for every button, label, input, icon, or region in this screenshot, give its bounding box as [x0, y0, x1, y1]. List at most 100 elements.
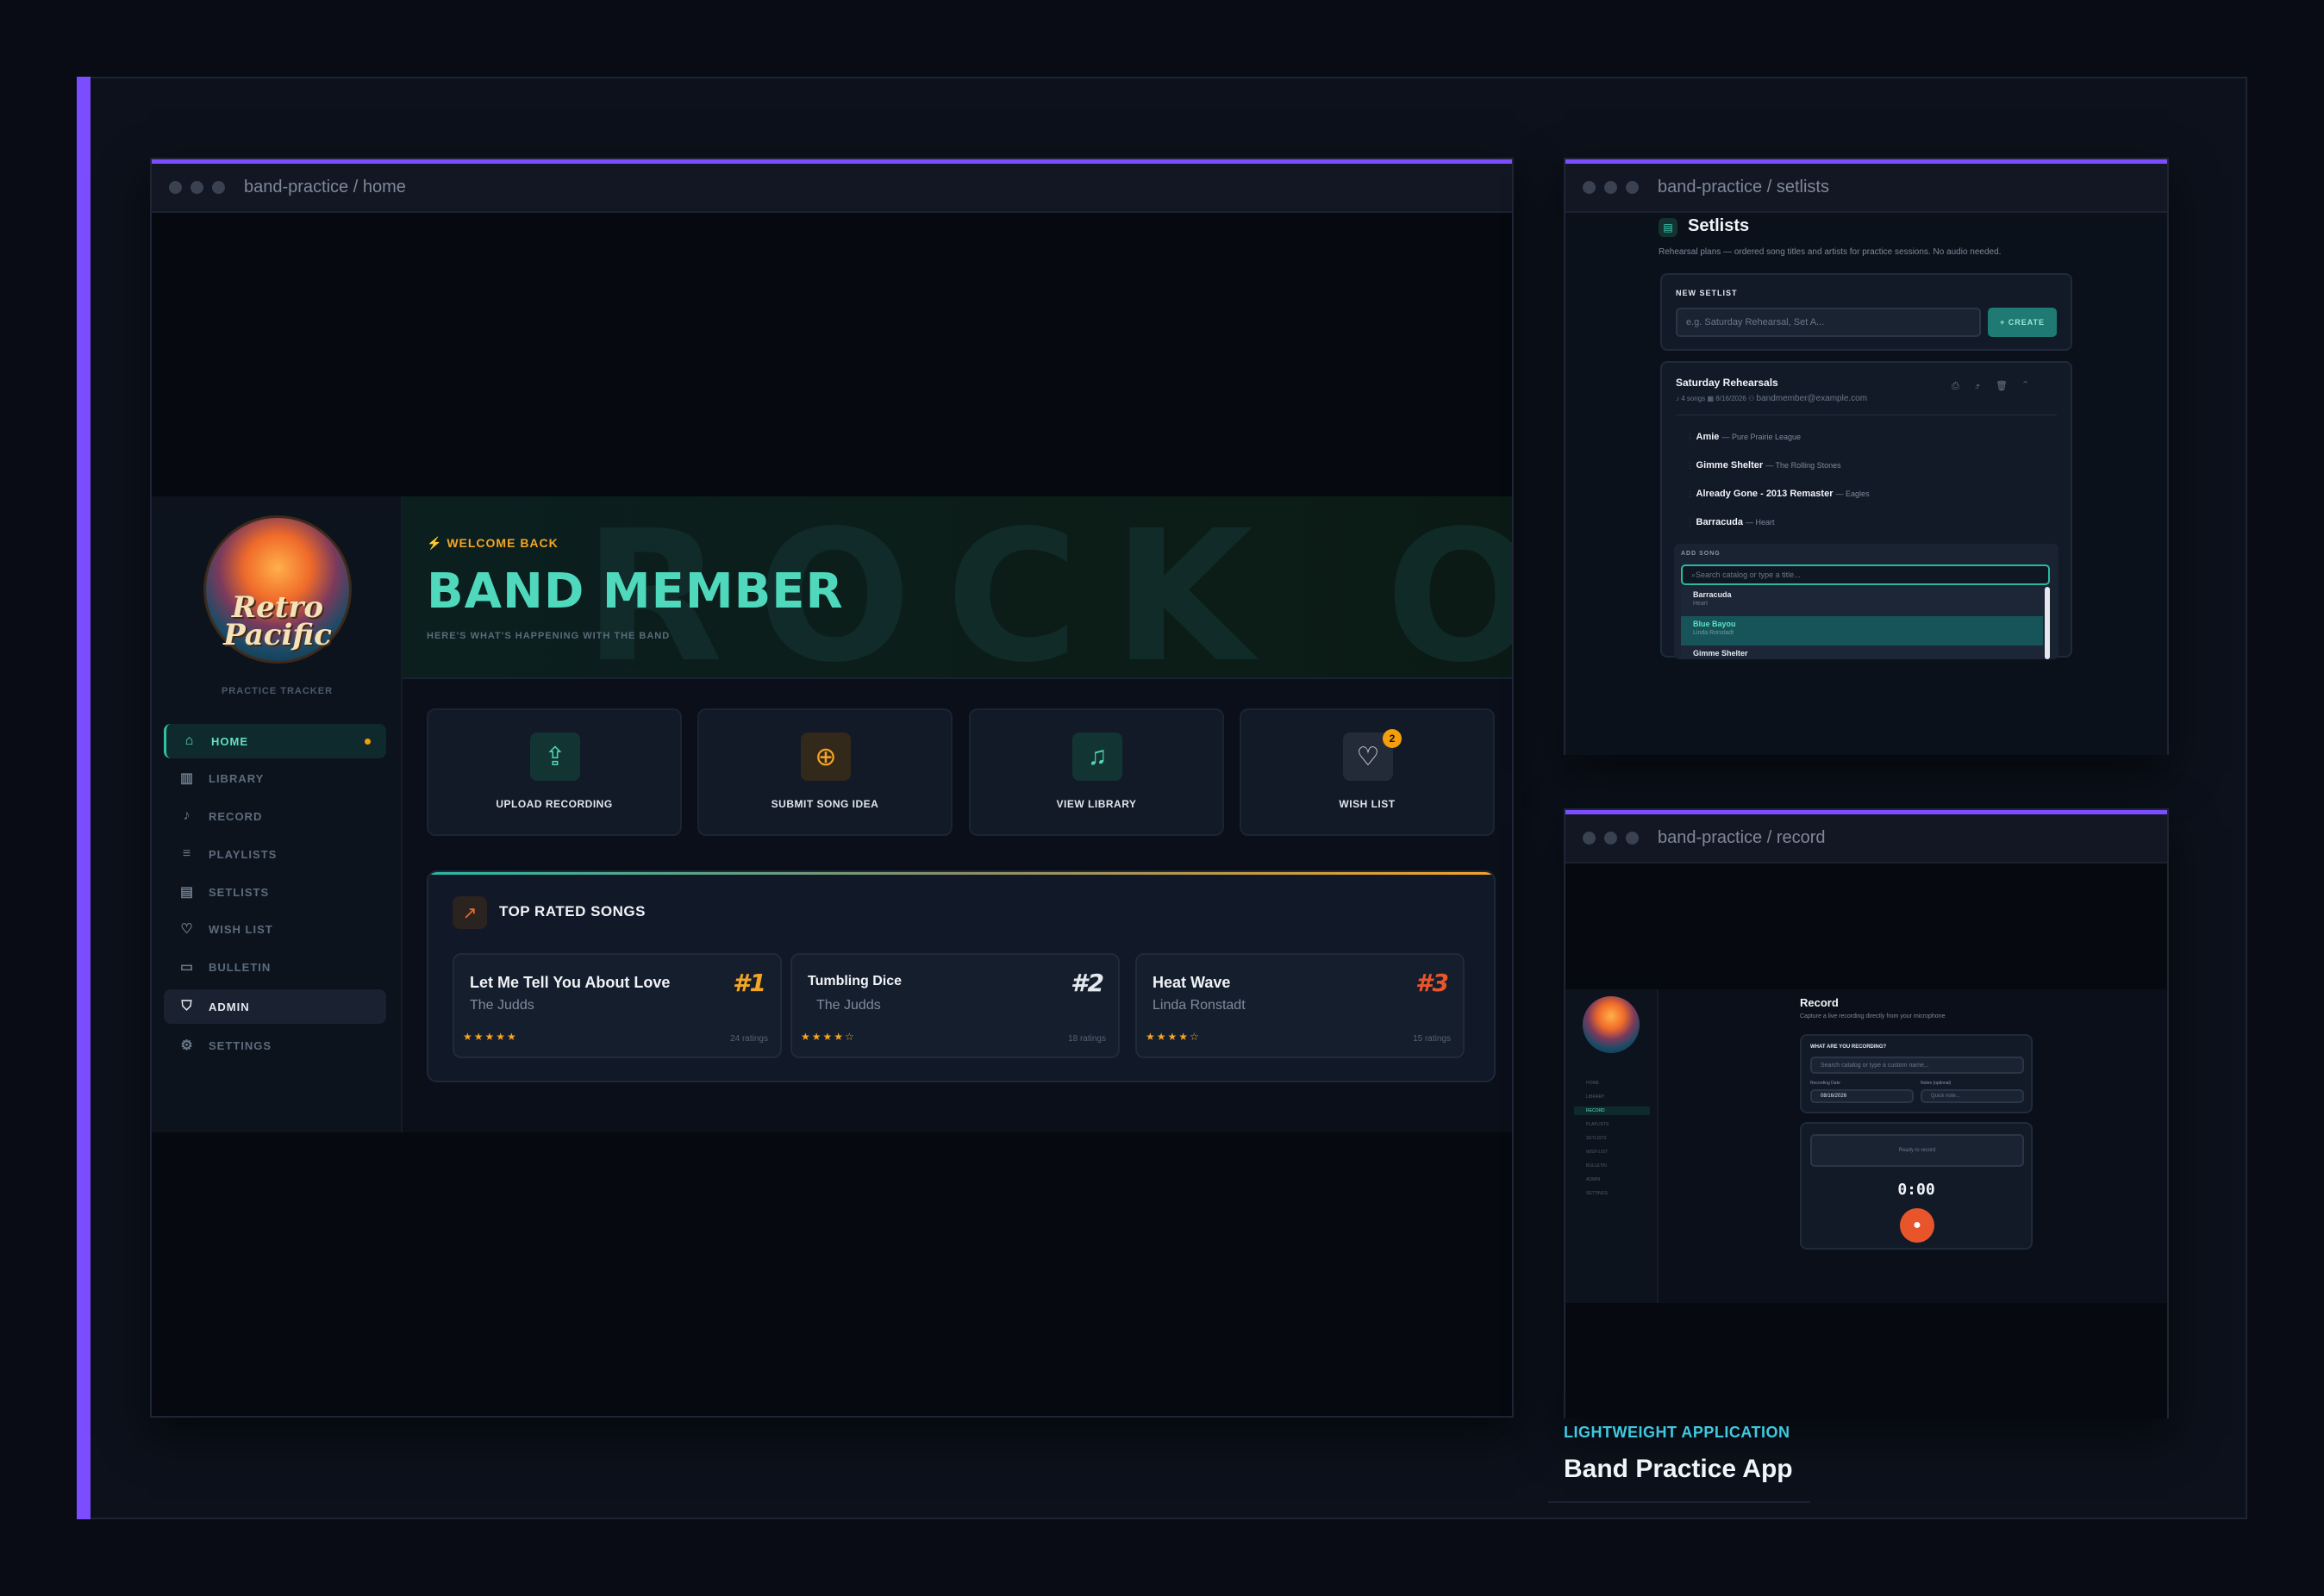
- gradient-line: [428, 872, 1494, 875]
- share-icon[interactable]: ⤴: [1975, 381, 1996, 391]
- new-setlist-label: NEW SETLIST: [1676, 289, 1738, 297]
- minimize-dot[interactable]: [1604, 181, 1617, 194]
- maximize-dot[interactable]: [212, 181, 225, 194]
- bolt-icon: ⚡: [427, 536, 447, 550]
- nav-label: ADMIN: [1586, 1177, 1601, 1182]
- nav-playlists[interactable]: ≡ PLAYLISTS: [164, 837, 386, 871]
- playlist-icon: ≡: [182, 846, 192, 861]
- setlist-song[interactable]: ⋮ Already Gone - 2013 Remaster — Eagles: [1686, 489, 1870, 499]
- ratings-count: 24 ratings: [730, 1034, 768, 1044]
- clipboard-icon: ▤: [179, 885, 195, 900]
- song-search-input[interactable]: ⌕ Search catalog or type a title...: [1681, 564, 2050, 585]
- setlist-song[interactable]: ⋮ Gimme Shelter — The Rolling Stones: [1686, 460, 1841, 471]
- setlist-song[interactable]: ⋮ Amie — Pure Prairie League: [1686, 432, 1801, 442]
- song-card[interactable]: Heat Wave Linda Ronstadt #3 ★★★★☆ 15 rat…: [1135, 953, 1465, 1058]
- nav-label: SETTINGS: [209, 1038, 272, 1052]
- new-setlist-panel: NEW SETLIST e.g. Saturday Rehearsal, Set…: [1660, 273, 2072, 351]
- nav-admin[interactable]: ⛉ ADMIN: [164, 989, 386, 1024]
- setlist-card: Saturday Rehearsals ♪ 4 songs ▦ 8/16/202…: [1660, 361, 2072, 659]
- mini-nav-settings[interactable]: SETTINGS: [1574, 1189, 1650, 1198]
- active-dot: [365, 738, 371, 745]
- mini-nav-admin[interactable]: ADMIN: [1574, 1175, 1650, 1184]
- mini-nav-bulletin[interactable]: BULLETIN: [1574, 1162, 1650, 1170]
- maximize-dot[interactable]: [1626, 181, 1639, 194]
- setlist-date: 8/16/2026: [1715, 395, 1746, 402]
- submit-song-idea-card[interactable]: ⊕ SUBMIT SONG IDEA: [697, 708, 953, 836]
- logo-subtitle: PRACTICE TRACKER: [221, 686, 334, 696]
- mini-sidebar: HOME LIBRARY RECORD PLAYLISTS SETLISTS W…: [1565, 989, 1659, 1303]
- mini-nav-playlists[interactable]: PLAYLISTS: [1574, 1120, 1650, 1129]
- nav-label: PLAYLISTS: [1586, 1122, 1609, 1127]
- close-dot[interactable]: [1583, 181, 1596, 194]
- wish-list-card[interactable]: ♡ 2 WISH LIST: [1240, 708, 1495, 836]
- mini-nav-home[interactable]: HOME: [1574, 1079, 1650, 1088]
- nav-setlists[interactable]: ▤ SETLISTS: [164, 875, 386, 909]
- welcome-hero: ROCK ON ⚡ WELCOME BACK BAND MEMBER HERE'…: [403, 496, 1512, 679]
- nav-label: SETLISTS: [209, 885, 270, 899]
- nav-home[interactable]: ⌂ HOME: [164, 724, 386, 758]
- nav-record[interactable]: ♪ RECORD: [164, 799, 386, 833]
- recording-date-input[interactable]: 08/16/2026: [1810, 1089, 1914, 1103]
- star-rating: ★★★★☆: [1146, 1031, 1201, 1043]
- setlist-name: Saturday Rehearsals: [1676, 377, 1778, 389]
- nav-label: RECORD: [209, 809, 263, 823]
- result-artist: Linda Ronstadt: [1693, 630, 1734, 636]
- page-title: Setlists: [1688, 216, 1750, 235]
- recording-name-input[interactable]: Search catalog or type a custom name...: [1810, 1057, 2024, 1074]
- mini-nav-wishlist[interactable]: WISH LIST: [1574, 1148, 1650, 1156]
- create-button[interactable]: + CREATE: [1988, 308, 2057, 337]
- minimize-dot[interactable]: [1604, 832, 1617, 845]
- card-label: SUBMIT SONG IDEA: [771, 798, 879, 810]
- chevron-up-icon[interactable]: ⌃: [2023, 381, 2043, 391]
- setlist-song[interactable]: ⋮ Barracuda — Heart: [1686, 517, 1775, 527]
- trending-icon: ↗: [453, 896, 487, 929]
- heart-icon: ♡: [180, 922, 194, 937]
- nav-label: LIBRARY: [209, 771, 265, 785]
- notes-input[interactable]: Quick note...: [1921, 1089, 2024, 1103]
- close-dot[interactable]: [1583, 832, 1596, 845]
- top-rated-title: TOP RATED SONGS: [499, 903, 646, 920]
- mini-nav-record[interactable]: RECORD: [1574, 1107, 1650, 1115]
- record-button[interactable]: ●: [1900, 1208, 1934, 1243]
- scrollbar[interactable]: [2045, 587, 2050, 659]
- song-artist: — Pure Prairie League: [1721, 433, 1802, 441]
- setlist-name-input[interactable]: e.g. Saturday Rehearsal, Set A...: [1676, 308, 1981, 337]
- trash-icon[interactable]: 🗑: [1996, 381, 2023, 391]
- print-icon[interactable]: ⎙: [1952, 381, 1975, 391]
- songs-count: 4 songs: [1681, 395, 1706, 402]
- nav-label: SETLISTS: [1586, 1136, 1607, 1141]
- record-page: HOME LIBRARY RECORD PLAYLISTS SETLISTS W…: [1565, 863, 2167, 1418]
- footer-kicker: LIGHTWEIGHT APPLICATION: [1564, 1424, 1790, 1441]
- question-label: WHAT ARE YOU RECORDING?: [1810, 1044, 1887, 1050]
- maximize-dot[interactable]: [1626, 832, 1639, 845]
- nav-wishlist[interactable]: ♡ WISH LIST: [164, 912, 386, 946]
- card-label: VIEW LIBRARY: [1056, 798, 1137, 810]
- home-app: Retro Pacific PRACTICE TRACKER ⌂ HOME ▥ LIB…: [152, 496, 1512, 1132]
- nav-label: WISH LIST: [1586, 1150, 1609, 1155]
- search-placeholder: Search catalog or type a title...: [1696, 570, 1801, 579]
- mini-nav-setlists[interactable]: SETLISTS: [1574, 1134, 1650, 1143]
- song-card[interactable]: Tumbling Dice The Judds #2 ★★★★☆ 18 rati…: [790, 953, 1120, 1058]
- song-card[interactable]: Let Me Tell You About Love The Judds #1 …: [453, 953, 782, 1058]
- nav-library[interactable]: ▥ LIBRARY: [164, 761, 386, 795]
- view-library-card[interactable]: ♫ VIEW LIBRARY: [969, 708, 1224, 836]
- song-artist: The Judds: [470, 998, 534, 1013]
- window-titlebar: band-practice / home: [152, 159, 1512, 213]
- result-artist: Heart: [1693, 601, 1709, 607]
- ratings-count: 15 ratings: [1413, 1034, 1451, 1044]
- song-rank: #1: [733, 969, 766, 997]
- shield-icon: ⛉: [181, 999, 193, 1013]
- search-result[interactable]: Barracuda Heart: [1681, 587, 2043, 616]
- top-rated-panel: ↗ TOP RATED SONGS Let Me Tell You About …: [427, 870, 1496, 1082]
- nav-bulletin[interactable]: ▭ BULLETIN: [164, 950, 386, 984]
- upload-icon: ⇪: [530, 733, 580, 781]
- song-title: Already Gone - 2013 Remaster: [1696, 489, 1834, 499]
- minimize-dot[interactable]: [191, 181, 203, 194]
- search-result-highlighted[interactable]: Blue Bayou Linda Ronstadt: [1681, 616, 2043, 645]
- search-result[interactable]: Gimme Shelter: [1681, 645, 2043, 659]
- mini-nav-library[interactable]: LIBRARY: [1574, 1093, 1650, 1101]
- nav-settings[interactable]: ⚙ SETTINGS: [164, 1028, 386, 1063]
- upload-recording-card[interactable]: ⇪ UPLOAD RECORDING: [427, 708, 682, 836]
- close-dot[interactable]: [169, 181, 182, 194]
- recording-details-panel: WHAT ARE YOU RECORDING? Search catalog o…: [1800, 1034, 2033, 1113]
